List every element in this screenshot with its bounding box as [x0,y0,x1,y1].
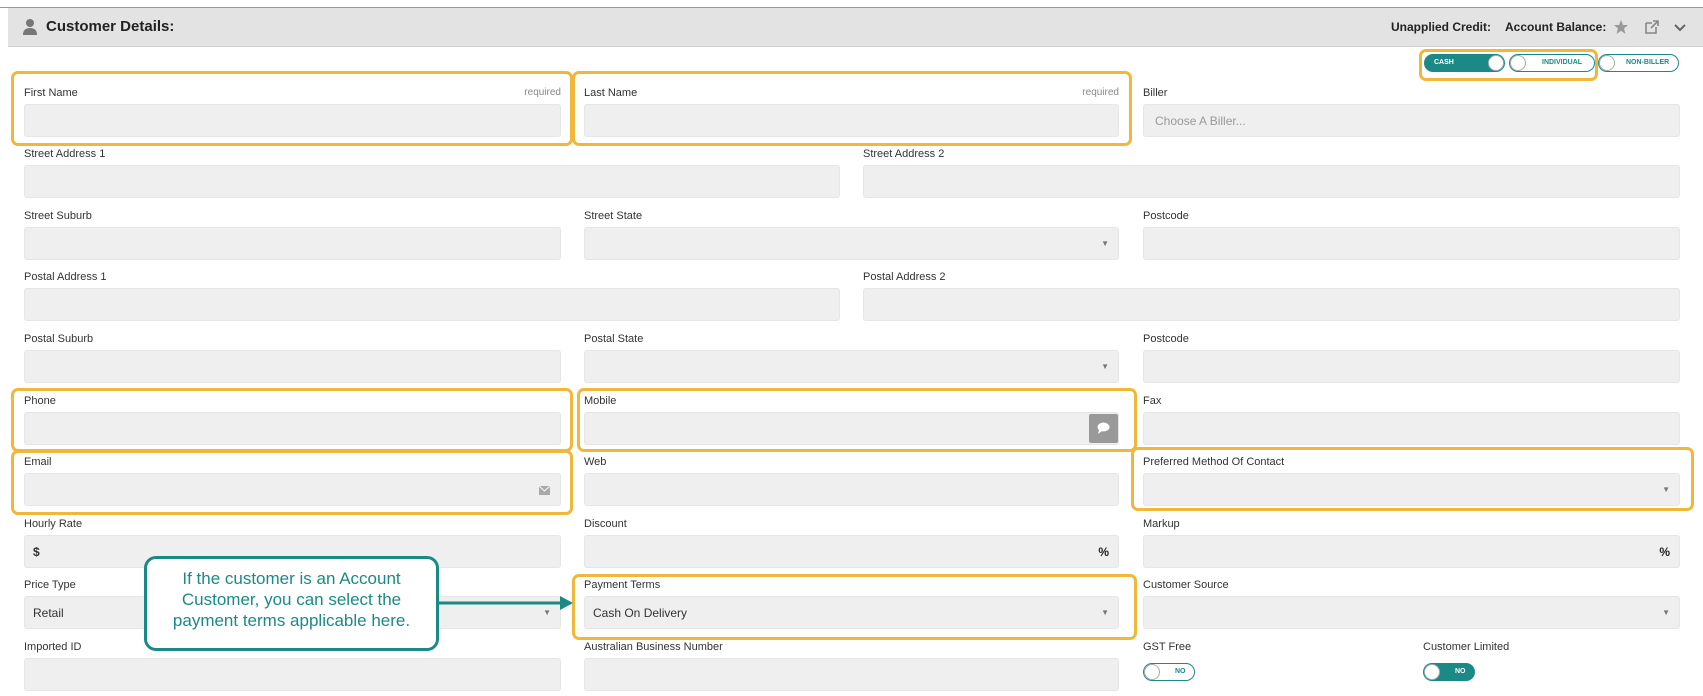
street-suburb-label: Street Suburb [24,210,92,222]
markup-input[interactable]: % [1143,535,1680,568]
imported-id-label: Imported ID [24,641,82,653]
postal-address-1-input[interactable] [24,288,840,321]
abn-label: Australian Business Number [584,641,723,653]
percent-suffix: % [1098,545,1109,559]
non-biller-toggle[interactable]: NON-BILLER [1598,54,1679,72]
postal-address-2-label: Postal Address 2 [863,271,946,283]
imported-id-input[interactable] [24,658,561,691]
mobile-label: Mobile [584,395,617,407]
hourly-rate-label: Hourly Rate [24,518,83,530]
fax-label: Fax [1143,395,1162,407]
email-label: Email [24,456,52,468]
markup-label: Markup [1143,518,1180,530]
preferred-contact-select[interactable]: ▼ [1143,473,1680,506]
cash-toggle-label: CASH [1434,59,1454,66]
biller-label: Biller [1143,87,1168,99]
postal-postcode-label: Postcode [1143,333,1189,345]
gst-free-label: GST Free [1143,641,1192,653]
customer-source-select[interactable]: ▼ [1143,596,1680,629]
account-balance-label: Account Balance: [1505,20,1607,34]
unapplied-credit-label: Unapplied Credit: [1391,20,1492,34]
street-state-label: Street State [584,210,643,222]
discount-label: Discount [584,518,627,530]
currency-prefix: $ [33,545,40,559]
mobile-input[interactable] [584,412,1119,445]
toggle-knob [1488,55,1504,71]
cash-toggle[interactable]: CASH [1424,54,1505,72]
payment-terms-label: Payment Terms [584,579,661,591]
payment-terms-select[interactable]: Cash On Delivery ▼ [584,596,1119,629]
abn-input[interactable] [584,658,1119,691]
caret-down-icon: ▼ [1101,362,1109,371]
street-address-2-input[interactable] [863,165,1680,198]
customer-limited-toggle[interactable]: NO [1423,663,1475,681]
first-name-input[interactable] [24,104,561,137]
toggle-knob [1599,55,1615,71]
biller-placeholder: Choose A Biller... [1155,114,1246,128]
non-biller-toggle-label: NON-BILLER [1626,59,1670,66]
caret-down-icon: ▼ [1101,239,1109,248]
last-name-label: Last Name [584,87,638,99]
street-state-select[interactable]: ▼ [584,227,1119,260]
postal-address-2-input[interactable] [863,288,1680,321]
street-postcode-label: Postcode [1143,210,1189,222]
price-type-value: Retail [33,606,64,620]
street-address-2-label: Street Address 2 [863,148,945,160]
individual-toggle[interactable]: INDIVIDUAL [1509,54,1595,72]
street-address-1-input[interactable] [24,165,840,198]
first-name-label: First Name [24,87,78,99]
gst-free-toggle-label: NO [1175,668,1186,675]
toggle-knob [1424,664,1440,680]
phone-label: Phone [24,395,56,407]
required-indicator: required [1082,87,1119,98]
panel-title: Customer Details: [46,18,175,35]
discount-input[interactable]: % [584,535,1119,568]
phone-input[interactable] [24,412,561,445]
star-icon[interactable] [1613,19,1629,35]
toggle-knob [1144,664,1160,680]
payment-terms-value: Cash On Delivery [593,606,688,620]
user-icon [23,19,37,35]
email-input[interactable] [24,473,561,506]
send-sms-button[interactable] [1089,414,1118,443]
gst-free-toggle[interactable]: NO [1143,663,1195,681]
customer-limited-label: Customer Limited [1423,641,1510,653]
postal-state-label: Postal State [584,333,644,345]
postal-postcode-input[interactable] [1143,350,1680,383]
customer-limited-toggle-label: NO [1455,668,1466,675]
caret-down-icon: ▼ [1662,608,1670,617]
postal-suburb-label: Postal Suburb [24,333,94,345]
chevron-down-icon[interactable] [1672,19,1688,35]
caret-down-icon: ▼ [1101,608,1109,617]
web-input[interactable] [584,473,1119,506]
envelope-icon [539,486,550,495]
street-address-1-label: Street Address 1 [24,148,106,160]
toggle-knob [1510,55,1526,71]
fax-input[interactable] [1143,412,1680,445]
web-label: Web [584,456,607,468]
customer-source-label: Customer Source [1143,579,1229,591]
panel-header: Customer Details: Unapplied Credit: Acco… [8,8,1703,47]
postal-state-select[interactable]: ▼ [584,350,1119,383]
callout-arrow [439,596,573,610]
individual-toggle-label: INDIVIDUAL [1542,59,1583,66]
street-suburb-input[interactable] [24,227,561,260]
external-link-icon[interactable] [1644,19,1660,35]
street-postcode-input[interactable] [1143,227,1680,260]
caret-down-icon: ▼ [1662,485,1670,494]
price-type-label: Price Type [24,579,76,591]
last-name-input[interactable] [584,104,1119,137]
preferred-contact-label: Preferred Method Of Contact [1143,456,1285,468]
payment-terms-callout: If the customer is an Account Customer, … [144,556,439,651]
percent-suffix: % [1659,545,1670,559]
postal-suburb-input[interactable] [24,350,561,383]
message-icon [1097,422,1110,434]
required-indicator: required [524,87,561,98]
postal-address-1-label: Postal Address 1 [24,271,107,283]
biller-select[interactable]: Choose A Biller... [1143,104,1680,137]
